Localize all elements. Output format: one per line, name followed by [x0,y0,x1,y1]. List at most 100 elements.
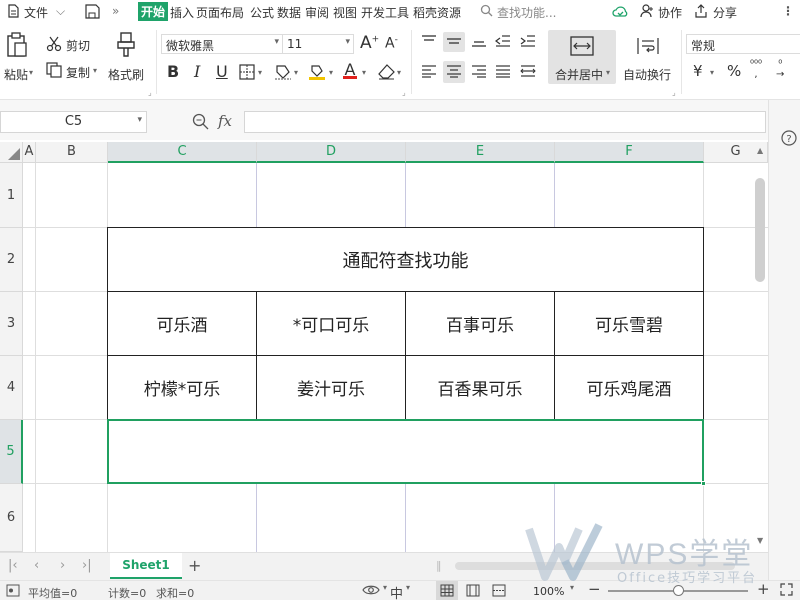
merge-center-button[interactable]: 合并居中 [555,66,603,83]
row-header-5[interactable]: 5 [0,420,23,484]
fill-style-dropdown-icon[interactable]: ▾ [294,68,298,77]
italic-icon[interactable]: I [194,62,200,81]
row-header-6[interactable]: 6 [0,484,23,552]
align-center-icon[interactable] [446,64,462,82]
align-middle-icon[interactable] [446,34,462,52]
document-icon[interactable] [6,4,20,21]
border-dropdown-icon[interactable]: ▾ [258,68,262,77]
row-header-1[interactable]: 1 [0,163,23,228]
chevron-down-icon[interactable]: ⌵ [56,4,65,19]
scroll-left-icon[interactable]: ‖ [436,559,442,572]
paste-button[interactable]: 粘贴 [4,66,28,83]
column-header-e[interactable]: E [406,142,555,163]
tab-formulas[interactable]: 公式 [250,4,274,21]
format-painter-button[interactable]: 格式刷 [108,66,144,83]
save-icon[interactable] [84,4,100,22]
next-sheet-icon[interactable]: › [60,558,65,573]
input-method-dropdown-icon[interactable]: ▾ [406,583,410,592]
input-method-icon[interactable]: 中 [390,583,403,600]
align-top-icon[interactable] [421,34,437,52]
sheet-tab-sheet1[interactable]: Sheet1 [110,553,182,579]
currency-dropdown-icon[interactable]: ▾ [710,68,714,77]
file-menu[interactable]: 文件 [24,4,48,21]
page-break-view-icon[interactable] [492,584,506,600]
help-icon[interactable]: ? [781,130,797,149]
column-header-b[interactable]: B [36,142,108,163]
fill-handle[interactable] [701,481,706,486]
cloud-sync-icon[interactable] [612,4,629,21]
border-icon[interactable] [239,64,255,84]
more-options-icon[interactable]: ⋮ [782,4,794,18]
search-icon[interactable] [480,4,493,20]
merged-title-cell[interactable]: 通配符查找功能 [107,227,704,292]
align-left-icon[interactable] [421,64,437,82]
clipboard-launcher-icon[interactable]: ⌟ [148,88,152,97]
format-painter-icon[interactable] [115,32,137,62]
cell-d3[interactable]: *可口可乐 [256,291,406,356]
merge-dropdown-icon[interactable]: ▾ [606,68,610,77]
copy-icon[interactable] [46,62,62,81]
last-sheet-icon[interactable]: ›| [82,558,92,573]
cell-e3[interactable]: 百事可乐 [405,291,555,356]
eye-protection-dropdown-icon[interactable]: ▾ [383,583,387,592]
prev-sheet-icon[interactable]: ‹ [34,558,39,573]
add-sheet-button[interactable]: + [188,556,201,575]
font-color-dropdown-icon[interactable]: ▾ [362,68,366,77]
cut-button[interactable]: 剪切 [66,37,90,54]
row-header-2[interactable]: 2 [0,228,23,292]
tab-insert[interactable]: 插入 [170,4,194,21]
vertical-scrollbar[interactable]: ? ▲ ▼ [755,100,800,580]
tab-review[interactable]: 审阅 [305,4,329,21]
share-icon[interactable] [694,4,708,21]
font-size-select[interactable]: 11 ▾ [282,34,354,54]
row-header-3[interactable]: 3 [0,292,23,356]
alignment-launcher-icon[interactable]: ⌟ [672,88,676,97]
font-name-select[interactable]: 微软雅黑 ▾ [161,34,283,54]
share-button[interactable]: 分享 [713,4,737,21]
collaborate-icon[interactable] [640,4,654,21]
indent-decrease-icon[interactable] [495,34,511,52]
thousands-separator-icon[interactable]: ⁰⁰⁰, [750,60,762,80]
tab-data[interactable]: 数据 [277,4,301,21]
tab-developer[interactable]: 开发工具 [361,4,409,21]
column-header-d[interactable]: D [257,142,406,163]
distributed-align-icon[interactable] [520,64,536,82]
align-right-icon[interactable] [471,64,487,82]
number-format-select[interactable]: 常规 [686,34,800,54]
collaborate-button[interactable]: 协作 [658,4,682,21]
function-icon[interactable]: fx [218,112,232,130]
cell-d4[interactable]: 姜汁可乐 [256,355,406,420]
percent-icon[interactable]: % [727,62,741,80]
cell-f3[interactable]: 可乐雪碧 [554,291,704,356]
fill-color-dropdown-icon[interactable]: ▾ [329,68,333,77]
fill-style-icon[interactable] [274,64,292,84]
merge-center-icon[interactable] [570,36,594,60]
formula-input[interactable] [244,111,766,133]
increase-font-icon[interactable]: A+ [360,33,379,53]
cell-e4[interactable]: 百香果可乐 [405,355,555,420]
cell-c3[interactable]: 可乐酒 [107,291,257,356]
tab-docer-resources[interactable]: 稻壳资源 [413,4,461,21]
font-launcher-icon[interactable]: ⌟ [402,88,406,97]
column-header-f[interactable]: F [555,142,704,163]
wrap-text-button[interactable]: 自动换行 [623,66,671,83]
copy-dropdown-icon[interactable]: ▾ [93,66,97,75]
scrollbar-thumb[interactable] [755,178,765,282]
decrease-font-icon[interactable]: A- [385,35,398,52]
first-sheet-icon[interactable]: |‹ [8,558,18,573]
tab-view[interactable]: 视图 [333,4,357,21]
macro-record-icon[interactable] [6,584,20,600]
selected-merged-cell-c5[interactable] [107,419,704,484]
cell-c4[interactable]: 柠檬*可乐 [107,355,257,420]
column-header-c[interactable]: C [108,142,257,163]
paste-icon[interactable] [6,32,28,62]
eraser-dropdown-icon[interactable]: ▾ [397,68,401,77]
page-layout-view-icon[interactable] [466,584,480,600]
font-color-icon[interactable]: A [343,60,357,79]
align-bottom-icon[interactable] [471,34,487,52]
increase-decimal-icon[interactable]: ⁰ → [776,60,784,80]
name-box[interactable]: C5 ▾ [0,111,147,133]
zoom-lookup-icon[interactable] [192,113,209,133]
bold-icon[interactable]: B [167,62,179,81]
cell-f4[interactable]: 可乐鸡尾酒 [554,355,704,420]
